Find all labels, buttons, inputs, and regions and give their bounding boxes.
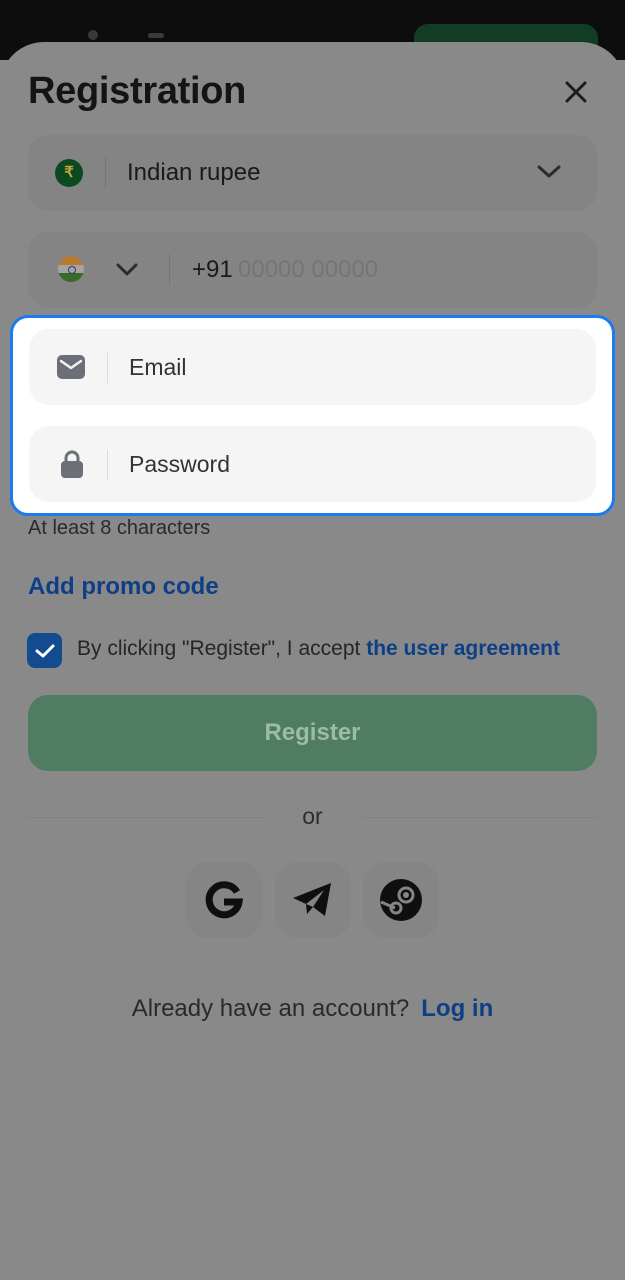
field-divider <box>169 254 170 286</box>
country-code-select[interactable] <box>28 232 168 308</box>
background-dash <box>148 33 164 38</box>
envelope-icon <box>57 355 85 379</box>
telegram-login-button[interactable] <box>275 862 351 938</box>
login-link[interactable]: Log in <box>421 995 493 1022</box>
telegram-icon <box>293 883 331 916</box>
agreement-label: By clicking "Register", I accept <box>77 637 361 660</box>
password-hint: At least 8 characters <box>28 517 211 539</box>
lock-icon <box>61 450 83 478</box>
field-divider <box>107 450 108 480</box>
field-divider <box>107 353 108 383</box>
or-divider-right <box>362 817 597 818</box>
steam-icon <box>380 879 422 921</box>
currency-value: Indian rupee <box>127 159 261 186</box>
background-dot <box>88 30 98 40</box>
google-login-button[interactable] <box>186 862 262 938</box>
close-button[interactable] <box>556 72 596 112</box>
phone-code: +91 <box>192 256 233 283</box>
chevron-down-icon <box>537 165 561 178</box>
agreement-text: By clicking "Register", I accept the use… <box>77 637 560 661</box>
login-question: Already have an account? <box>131 995 410 1022</box>
password-field <box>29 426 596 502</box>
login-prompt: Already have an account? Log in <box>0 995 625 1023</box>
checkmark-icon <box>35 644 54 657</box>
register-button[interactable]: Register <box>28 695 597 771</box>
google-icon <box>205 881 244 919</box>
registration-sheet <box>0 42 625 1280</box>
close-icon <box>565 81 587 103</box>
field-divider <box>105 157 106 189</box>
chevron-down-icon <box>116 263 138 276</box>
credentials-highlight <box>10 315 615 516</box>
password-input[interactable] <box>129 426 569 502</box>
email-field <box>29 329 596 405</box>
phone-input[interactable] <box>238 232 568 308</box>
india-flag-icon <box>58 256 84 282</box>
page-title: Registration <box>28 70 247 112</box>
add-promo-code-link[interactable]: Add promo code <box>28 573 219 601</box>
email-input[interactable] <box>129 329 569 405</box>
currency-select[interactable]: ₹ Indian rupee <box>28 135 597 211</box>
agreement-checkbox[interactable] <box>27 633 62 668</box>
rupee-icon: ₹ <box>55 159 83 187</box>
user-agreement-link[interactable]: the user agreement <box>366 637 560 660</box>
steam-login-button[interactable] <box>363 862 439 938</box>
phone-field: +91 <box>28 232 597 308</box>
